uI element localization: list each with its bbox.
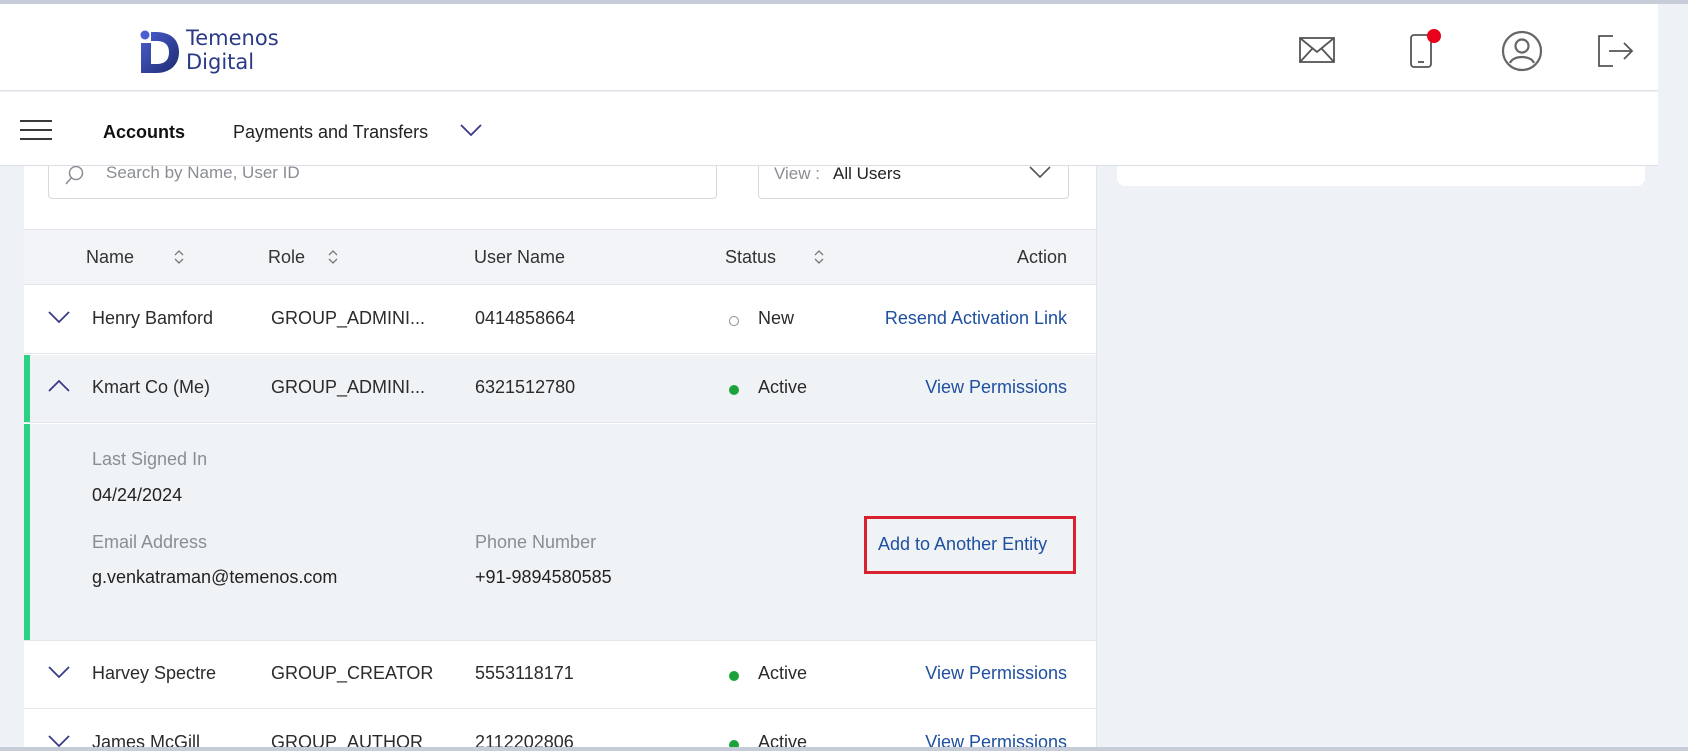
chevron-down-icon [1029,166,1051,179]
table-row: Henry Bamford GROUP_ADMINI... 0414858664… [24,286,1096,354]
nav-item-payments-and-transfers[interactable]: Payments and Transfers [233,122,428,143]
email-value: g.venkatraman@temenos.com [92,567,338,587]
bottom-strip [0,747,1688,751]
chevron-up-icon[interactable] [48,379,70,393]
sort-role-icon[interactable] [328,250,338,264]
column-header-status: Status [725,247,777,267]
search-input[interactable] [106,166,666,183]
user-username: 0414858664 [475,308,576,328]
user-status: New [758,308,795,328]
user-status: Active [758,377,808,397]
status-new-icon [729,316,739,326]
view-filter-value: All Users [833,166,902,183]
user-status: Active [758,663,808,683]
temenos-logo-icon [140,30,179,73]
email-label: Email Address [92,532,208,552]
add-to-another-entity-label: Add to Another Entity [878,534,1048,554]
view-filter-label: View : [774,166,820,183]
mobile-notification-icon[interactable] [1409,29,1441,69]
user-role: GROUP_CREATOR [271,663,434,683]
user-role: GROUP_ADMINI... [271,377,426,397]
sort-status-icon[interactable] [814,250,824,264]
user-username: 6321512780 [475,377,576,397]
nav-item-accounts[interactable]: Accounts [103,122,185,143]
menu-icon[interactable] [20,120,52,140]
sort-name-icon[interactable] [174,250,184,264]
user-name: Henry Bamford [92,308,214,328]
chevron-down-icon[interactable] [48,310,70,324]
mail-icon[interactable] [1299,37,1335,63]
table-row-expanded: Kmart Co (Me) GROUP_ADMINI... 6321512780… [24,355,1096,423]
user-profile-icon[interactable] [1501,30,1543,72]
table-row: James McGill GROUP_AUTHOR 2112202806 Act… [24,710,1096,751]
view-permissions-link[interactable]: View Permissions [925,377,1067,398]
column-header-action: Action [1016,247,1067,267]
logout-icon[interactable] [1597,34,1635,68]
resend-activation-link[interactable]: Resend Activation Link [885,308,1067,329]
brand-name: Temenos Digital [186,26,279,74]
selected-row-accent [24,355,30,422]
view-filter-select[interactable]: View : All Users [758,166,1069,199]
users-panel: View : All Users Name Role User Name Sta… [24,166,1097,751]
app-header: Temenos Digital [0,4,1658,91]
phone-label: Phone Number [475,532,597,552]
last-signed-in-value: 04/24/2024 [92,485,183,505]
selected-row-accent [24,424,30,640]
expanded-user-details: Last Signed In 04/24/2024 Email Address … [24,424,1096,641]
table-header: Name Role User Name Status Action [24,229,1096,285]
user-role: GROUP_ADMINI... [271,308,426,328]
right-side-panel [1117,166,1645,186]
phone-value: +91-9894580585 [475,567,612,587]
last-signed-in-label: Last Signed In [92,449,208,469]
column-header-role: Role [268,247,306,267]
view-permissions-link[interactable]: View Permissions [925,663,1067,684]
notification-badge [1427,29,1441,43]
chevron-down-icon[interactable] [48,734,70,748]
status-active-icon [729,671,739,681]
user-name: Harvey Spectre [92,663,217,683]
column-header-name: Name [86,247,135,267]
column-header-username: User Name [474,247,566,267]
add-to-another-entity-button[interactable]: Add to Another Entity [864,516,1076,574]
search-box [48,166,717,199]
chevron-down-icon[interactable] [460,122,482,141]
search-icon [65,166,84,185]
user-username: 5553118171 [475,663,574,683]
status-active-icon [729,385,739,395]
chevron-down-icon[interactable] [48,665,70,679]
user-name: Kmart Co (Me) [92,377,211,397]
main-nav: Accounts Payments and Transfers [0,92,1658,166]
table-row: Harvey Spectre GROUP_CREATOR 5553118171 … [24,641,1096,709]
